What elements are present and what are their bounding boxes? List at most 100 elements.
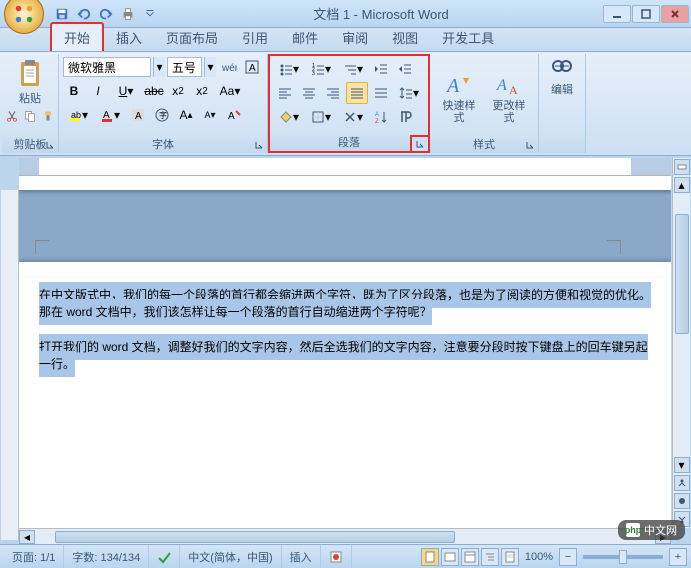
scroll-thumb-h[interactable]: [55, 531, 455, 543]
browse-object-button[interactable]: [674, 493, 690, 509]
tab-view[interactable]: 视图: [380, 24, 430, 51]
page-number-status[interactable]: 页面: 1/1: [4, 545, 64, 568]
scroll-up-button[interactable]: ▴: [674, 177, 690, 193]
align-left-button[interactable]: [274, 82, 296, 104]
phonetic-guide-button[interactable]: wén: [218, 56, 240, 78]
save-button[interactable]: [52, 4, 72, 24]
cut-button[interactable]: [3, 108, 21, 124]
bullets-button[interactable]: ▾: [274, 58, 304, 80]
sort-button[interactable]: AZ: [370, 106, 392, 128]
character-shading-button[interactable]: A: [127, 104, 149, 126]
scroll-thumb-v[interactable]: [675, 214, 689, 334]
font-color-button[interactable]: A▾: [95, 104, 125, 126]
ruler-toggle[interactable]: [674, 159, 690, 175]
group-font: 微软雅黑 ▾ 五号 ▾ wén A B I U ▾ abc x2 x2 Aa▾: [59, 54, 268, 153]
clear-formatting-button[interactable]: A: [223, 104, 245, 126]
distributed-button[interactable]: [370, 82, 392, 104]
horizontal-scrollbar[interactable]: ◂ ▸: [19, 528, 671, 544]
format-painter-button[interactable]: [39, 108, 57, 124]
italic-button[interactable]: I: [87, 80, 109, 102]
selected-text-p2[interactable]: 打开我们的 word 文档，调整好我们的文字内容，然后全选我们的文字内容，注意要…: [39, 334, 648, 377]
document-area: 在中文版式中，我们的每一个段落的首行都会缩进两个字符，既为了区分段落，也是为了阅…: [19, 158, 671, 544]
superscript-button[interactable]: x2: [191, 80, 213, 102]
strikethrough-button[interactable]: abc: [143, 80, 165, 102]
svg-text:A: A: [445, 75, 460, 97]
numbering-button[interactable]: 123▾: [306, 58, 336, 80]
selected-text-p1[interactable]: 在中文版式中，我们的每一个段落的首行都会缩进两个字符，既为了区分段落，也是为了阅…: [39, 282, 651, 325]
zoom-in-button[interactable]: +: [669, 548, 687, 566]
decrease-indent-button[interactable]: [370, 58, 392, 80]
shading-button[interactable]: ▾: [274, 106, 304, 128]
group-clipboard: 粘贴 剪贴板: [2, 54, 59, 153]
font-launcher[interactable]: [252, 138, 266, 152]
horizontal-ruler[interactable]: [19, 158, 671, 176]
multilevel-list-button[interactable]: ▾: [338, 58, 368, 80]
outline-view[interactable]: [481, 548, 499, 566]
zoom-out-button[interactable]: −: [559, 548, 577, 566]
tab-home[interactable]: 开始: [50, 22, 104, 51]
underline-button[interactable]: U ▾: [111, 80, 141, 102]
font-family-combo[interactable]: 微软雅黑: [63, 57, 151, 77]
bold-button[interactable]: B: [63, 80, 85, 102]
font-size-dropdown[interactable]: ▾: [204, 57, 216, 77]
font-family-dropdown[interactable]: ▾: [153, 57, 165, 77]
document-page[interactable]: 在中文版式中，我们的每一个段落的首行都会缩进两个字符，既为了区分段落，也是为了阅…: [19, 276, 671, 386]
window-title: 文档 1 - Microsoft Word: [160, 4, 602, 23]
line-spacing-button[interactable]: ▾: [394, 82, 424, 104]
tab-references[interactable]: 引用: [230, 24, 280, 51]
enclose-characters-button[interactable]: 字: [151, 104, 173, 126]
full-screen-view[interactable]: [441, 548, 459, 566]
align-right-button[interactable]: [322, 82, 344, 104]
scroll-down-button[interactable]: ▾: [674, 457, 690, 473]
shrink-font-button[interactable]: A▾: [199, 104, 221, 126]
show-marks-button[interactable]: [394, 106, 416, 128]
qat-customize-dropdown[interactable]: [140, 4, 160, 24]
macro-status[interactable]: [321, 545, 352, 568]
tab-mailings[interactable]: 邮件: [280, 24, 330, 51]
highlight-button[interactable]: ab▾: [63, 104, 93, 126]
paste-button[interactable]: 粘贴: [13, 56, 47, 108]
prev-page-button[interactable]: [674, 475, 690, 491]
language-status[interactable]: 中文(简体，中国): [180, 545, 281, 568]
print-layout-view[interactable]: [421, 548, 439, 566]
redo-button[interactable]: [96, 4, 116, 24]
close-button[interactable]: [661, 5, 689, 23]
grow-font-button[interactable]: A▴: [175, 104, 197, 126]
scroll-left-button[interactable]: ◂: [19, 530, 35, 544]
vertical-scrollbar[interactable]: ▴ ▾: [672, 158, 690, 528]
paragraph-launcher[interactable]: [410, 135, 430, 153]
change-styles-button[interactable]: AA 更改样式: [486, 68, 532, 126]
styles-launcher[interactable]: [523, 138, 537, 152]
clipboard-launcher[interactable]: [43, 138, 57, 152]
draft-view[interactable]: [501, 548, 519, 566]
justify-button[interactable]: [346, 82, 368, 104]
asian-layout-button[interactable]: ▾: [338, 106, 368, 128]
tab-insert[interactable]: 插入: [104, 24, 154, 51]
minimize-button[interactable]: [603, 5, 631, 23]
copy-button[interactable]: [21, 108, 39, 124]
subscript-button[interactable]: x2: [167, 80, 189, 102]
ribbon: 粘贴 剪贴板 微软雅黑 ▾ 五号 ▾ wén A: [0, 52, 691, 156]
font-size-combo[interactable]: 五号: [167, 57, 202, 77]
proofing-status[interactable]: [149, 545, 180, 568]
zoom-level[interactable]: 100%: [525, 551, 553, 563]
zoom-slider-thumb[interactable]: [619, 550, 627, 564]
tab-page-layout[interactable]: 页面布局: [154, 24, 230, 51]
vertical-ruler[interactable]: [1, 190, 19, 540]
maximize-button[interactable]: [632, 5, 660, 23]
find-button[interactable]: 编辑: [543, 56, 581, 137]
undo-button[interactable]: [74, 4, 94, 24]
web-layout-view[interactable]: [461, 548, 479, 566]
word-count-status[interactable]: 字数: 134/134: [64, 545, 149, 568]
zoom-slider[interactable]: [583, 555, 663, 559]
tab-developer[interactable]: 开发工具: [430, 24, 506, 51]
tab-review[interactable]: 审阅: [330, 24, 380, 51]
change-case-button[interactable]: Aa▾: [215, 80, 245, 102]
quick-styles-button[interactable]: A 快速样式: [436, 68, 482, 126]
quick-print-button[interactable]: [118, 4, 138, 24]
borders-button[interactable]: ▾: [306, 106, 336, 128]
insert-mode-status[interactable]: 插入: [282, 545, 321, 568]
character-border-button[interactable]: A: [241, 56, 263, 78]
align-center-button[interactable]: [298, 82, 320, 104]
increase-indent-button[interactable]: [394, 58, 416, 80]
